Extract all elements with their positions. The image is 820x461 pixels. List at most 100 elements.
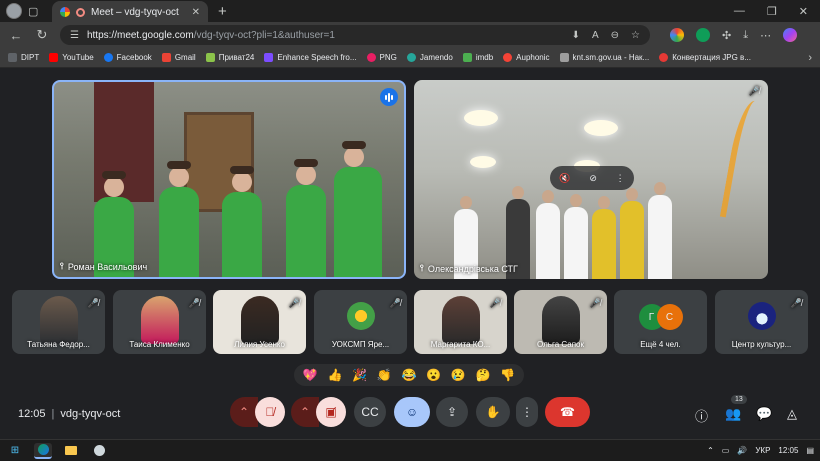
tray-arrow-icon[interactable]: ⌃ [707,446,714,455]
reaction-thumbs-down-button[interactable]: 👎 [500,368,515,382]
reaction-surprised-button[interactable]: 😮 [426,368,441,382]
bookmark-item[interactable]: Enhance Speech fro... [264,53,357,62]
participant-tile[interactable]: 🎤̸ Ольга Сапок [514,290,607,354]
reaction-laugh-button[interactable]: 😂 [401,368,416,382]
bookmark-item[interactable]: YouTube [49,53,94,62]
bookmark-item[interactable]: Jamendo [406,53,453,62]
participant-tile[interactable]: 🎤̸ Маргарита КО... [414,290,507,354]
bookmark-item[interactable]: knt.sm.gov.ua - Нак... [559,53,649,62]
language-indicator[interactable]: УКР [755,446,770,455]
tile-hover-controls: 🔇 ⊘ ⋮ [550,166,634,190]
address-bar[interactable]: ☰ https://meet.google.com/vdg-tyqv-oct?p… [60,25,650,45]
pin-icon[interactable]: ⫯ [420,263,424,274]
present-screen-button[interactable]: ⇪ [436,397,468,427]
participant-name-tag: Ещё 4 чел. [614,340,707,349]
meet-favicon-icon [60,7,70,17]
bookmark-item[interactable]: PNG [366,53,397,62]
participant-tile[interactable]: 🎤̸ Лилия Усенко [213,290,306,354]
stage-curtain [94,82,154,202]
participant-tile[interactable]: 🎤̸ УОКСМП Яре... [314,290,407,354]
meeting-code: vdg-tyqv-oct [60,408,121,420]
bookmark-item[interactable]: Facebook [103,53,152,62]
windows-start-icon[interactable]: ⊞ [6,443,24,459]
bookmarks-more-icon[interactable]: › [808,52,812,64]
participant-video [140,296,179,344]
tab-actions-icon[interactable]: ▢ [28,5,38,18]
read-aloud-icon[interactable]: A [592,30,599,41]
activities-icon[interactable]: ◬ [787,406,797,422]
participant-name: Маргарита КО... [430,340,491,349]
tab-meet[interactable]: Meet – vdg-tyqv-oct ✕ [52,1,208,23]
raise-hand-button[interactable]: ✋ [476,397,510,427]
meeting-details-icon[interactable]: ⓘ [695,406,708,425]
bookmark-item[interactable]: Gmail [161,53,196,62]
reload-icon[interactable]: ↻ [34,27,50,43]
pin-icon[interactable]: ⫯ [60,261,64,272]
people-button[interactable]: 👥 13 [725,395,747,422]
camera-toggle-button[interactable]: ▣̸ [316,397,346,427]
dancer [286,159,326,277]
os-taskbar: ⊞ ⌃ ▭ 🔊 УКР 12:05 ▤ [0,439,820,461]
participant-tile[interactable]: 🎤̸ Центр культур... [715,290,808,354]
reaction-thumbs-up-button[interactable]: 👍 [328,368,343,382]
video-tile-main-speaker[interactable]: ⫯ Роман Васильович [52,80,406,279]
edge-browser-icon[interactable] [34,442,52,459]
new-tab-button[interactable]: + [208,3,237,20]
bookmark-item[interactable]: Приват24 [205,53,254,62]
participant-tile[interactable]: 🎤̸ Таиса Клименко [113,290,206,354]
captions-button[interactable]: CC [354,397,386,427]
reaction-sad-button[interactable]: 😢 [451,368,466,382]
close-tab-icon[interactable]: ✕ [192,7,200,18]
extension-icon[interactable] [670,28,684,42]
reaction-thinking-button[interactable]: 🤔 [475,368,490,382]
reaction-party-button[interactable]: 🎉 [352,368,367,382]
reaction-clap-button[interactable]: 👏 [377,368,392,382]
bookmark-item[interactable]: imdb [462,53,493,62]
downloads-icon[interactable]: ⤓ [743,29,748,42]
site-info-icon[interactable]: ☰ [70,30,79,41]
remove-icon[interactable]: ⊘ [589,173,597,184]
notifications-icon[interactable]: ▤ [806,446,814,455]
reaction-heart-button[interactable]: 💖 [303,368,318,382]
menu-dots-icon[interactable]: ⋯ [760,29,771,42]
chat-icon[interactable]: 💬 [756,406,772,422]
profile-avatar[interactable] [6,3,22,19]
copilot-icon[interactable] [783,28,798,42]
emoji-reactions-button[interactable]: ☺ [394,397,430,427]
video-tile-group[interactable]: 🔇 ⊘ ⋮ 🎤̸ ⫯ Олександрівська СТГ [414,80,768,279]
bookmark-star-icon[interactable]: ☆ [631,30,640,41]
meet-stage: ⫯ Роман Васильович 🔇 ⊘ ⋮ 🎤̸ ⫯ Олександрі… [0,68,820,439]
participant-name-tag: ⫯ Олександрівська СТГ [420,263,518,274]
participant-name: УОКСМП Яре... [331,340,390,349]
back-icon[interactable]: ← [8,28,24,43]
more-options-button[interactable]: ⋮ [516,397,538,427]
maximize-icon[interactable]: ❐ [767,5,777,18]
bookmark-item[interactable]: Auphonic [503,53,550,62]
app-icon[interactable] [90,443,108,459]
bookmark-item[interactable]: DIPT [8,53,39,62]
participant-tile[interactable]: 🎤̸ Татьяна Федор... [12,290,105,354]
file-explorer-icon[interactable] [62,443,80,459]
participant-name: Таиса Клименко [129,340,190,349]
download-page-icon[interactable]: ⬇ [572,30,580,41]
mic-options-button[interactable]: ⌃ [230,397,258,427]
close-window-icon[interactable]: ✕ [799,5,808,18]
network-icon[interactable]: ▭ [722,446,730,455]
clock[interactable]: 12:05 [778,446,798,455]
more-options-icon[interactable]: ⋮ [616,173,625,184]
extension-green-icon[interactable] [696,28,710,42]
zoom-icon[interactable]: ⊖ [611,30,619,41]
mic-toggle-button[interactable]: 🎙̸ [255,397,285,427]
extensions-puzzle-icon[interactable]: ✣ [722,29,731,42]
person [620,188,644,279]
volume-icon[interactable]: 🔊 [737,446,747,455]
minimize-icon[interactable]: — [734,5,745,18]
more-participants-tile[interactable]: Г С Ещё 4 чел. [614,290,707,354]
camera-options-button[interactable]: ⌃ [291,397,319,427]
mute-remote-icon[interactable]: 🔇 [559,173,570,184]
bookmark-item[interactable]: Конвертация JPG в... [659,53,751,62]
person [592,196,616,279]
leave-call-button[interactable]: ☎ [545,397,590,427]
dancer [222,166,262,277]
chevron-up-icon: ⌃ [299,405,311,419]
